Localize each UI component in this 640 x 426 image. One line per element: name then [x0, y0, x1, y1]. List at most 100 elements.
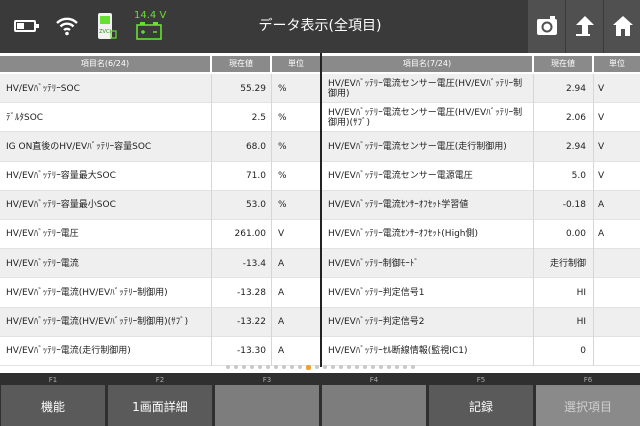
column-separator — [271, 307, 272, 337]
column-separator — [271, 190, 272, 220]
table-row[interactable]: HV/EVﾊﾞｯﾃﾘｰ制御ﾓｰﾄﾞ 走行制御 — [322, 249, 640, 279]
screenshot-button[interactable] — [528, 0, 565, 53]
page-dot[interactable] — [346, 365, 351, 369]
top-bar: ZVCI 14.4 V データ表示(全項目) — [0, 0, 640, 53]
item-unit: A — [278, 287, 285, 298]
item-unit: V — [598, 83, 605, 94]
column-separator — [271, 74, 272, 103]
item-value: 261.00 — [234, 229, 267, 240]
table-row[interactable]: HV/EVﾊﾞｯﾃﾘｰ電流 -13.4 A — [0, 249, 320, 279]
table-row[interactable]: ﾃﾞﾙﾀSOC 2.5% — [0, 103, 320, 133]
table-row[interactable]: HV/EVﾊﾞｯﾃﾘｰ電流センサー電圧(走行制御用) 2.94 V — [322, 132, 640, 162]
page-indicator[interactable] — [0, 365, 640, 371]
page-dot[interactable] — [257, 365, 262, 369]
table-row[interactable]: HV/EVﾊﾞｯﾃﾘｰ電流(走行制御用) -13.30 A — [0, 336, 320, 366]
page-dot[interactable] — [273, 365, 278, 369]
table-row[interactable]: HV/EVﾊﾞｯﾃﾘｰｾﾙ断線情報(監視IC1) 0 — [322, 336, 640, 366]
column-separator — [593, 219, 594, 249]
page-dot[interactable] — [378, 365, 383, 369]
table-row[interactable]: HV/EVﾊﾞｯﾃﾘｰ電流センサー電源電圧 5.0 V — [322, 161, 640, 191]
function-key-number: F5 — [476, 376, 486, 384]
item-name: HV/EVﾊﾞｯﾃﾘｰ電流(HV/EVﾊﾞｯﾃﾘｰ制御用) — [6, 287, 168, 298]
upload-icon — [576, 16, 594, 36]
function-key-f2[interactable]: F2 1画面詳細 — [107, 373, 213, 426]
column-separator — [593, 103, 594, 133]
function-key-f6[interactable]: F6 選択項目 — [535, 373, 640, 426]
function-key-background — [322, 385, 426, 426]
function-key-f4[interactable]: F4 — [321, 373, 427, 426]
page-dot[interactable] — [370, 365, 375, 369]
page-dot[interactable] — [265, 365, 270, 369]
column-header-name: 項目名(7/24) — [322, 56, 532, 72]
page-dot[interactable] — [354, 365, 359, 369]
page-dot[interactable] — [297, 365, 302, 369]
item-unit — [598, 337, 638, 366]
page-dot[interactable] — [322, 365, 327, 369]
table-row[interactable]: HV/EVﾊﾞｯﾃﾘｰ判定信号1 HI — [322, 278, 640, 308]
item-unit: V — [278, 229, 285, 240]
page-dot[interactable] — [233, 365, 238, 369]
vci-icon: ZVCI — [98, 13, 117, 39]
voltage-indicator: 14.4 V — [132, 10, 168, 44]
item-value: 2.5 — [251, 112, 266, 123]
page-dot[interactable] — [402, 365, 407, 369]
column-header-name: 項目名(6/24) — [0, 56, 210, 72]
back-button[interactable] — [566, 0, 603, 53]
table-row[interactable]: HV/EVﾊﾞｯﾃﾘｰ電圧 261.00 V — [0, 219, 320, 250]
table-row[interactable]: HV/EVﾊﾞｯﾃﾘｰSOC 55.29% — [0, 74, 320, 104]
column-header-value: 現在値 — [212, 56, 270, 72]
function-key-number: F4 — [369, 376, 379, 384]
table-row[interactable]: IG ON直後のHV/EVﾊﾞｯﾃﾘｰ容量SOC 68.0% — [0, 132, 320, 162]
item-unit: % — [278, 112, 287, 123]
page-dot[interactable] — [330, 365, 335, 369]
function-key-label: 選択項目 — [563, 400, 612, 414]
item-name: HV/EVﾊﾞｯﾃﾘｰ容量最小SOC — [6, 200, 116, 211]
page-dot[interactable] — [386, 365, 391, 369]
function-key-number: F2 — [155, 376, 165, 384]
page-dot[interactable] — [314, 365, 319, 369]
item-name: HV/EVﾊﾞｯﾃﾘｰｾﾙ断線情報(監視IC1) — [328, 346, 468, 357]
table-row[interactable]: HV/EVﾊﾞｯﾃﾘｰ電流センサー電圧(HV/EVﾊﾞｯﾃﾘｰ制御用) 2.94 V — [322, 74, 640, 104]
table-row[interactable]: HV/EVﾊﾞｯﾃﾘｰ判定信号2 HI — [322, 307, 640, 337]
page-dot[interactable] — [410, 365, 415, 369]
item-name: HV/EVﾊﾞｯﾃﾘｰ判定信号1 — [328, 287, 425, 298]
table-row[interactable]: HV/EVﾊﾞｯﾃﾘｰ電流(HV/EVﾊﾞｯﾃﾘｰ制御用) -13.28 A — [0, 278, 320, 308]
function-key-number: F1 — [48, 376, 58, 384]
table-row[interactable]: HV/EVﾊﾞｯﾃﾘｰ電流ｾﾝｻｰｵﾌｾｯﾄ(High側) 0.00 A — [322, 219, 640, 250]
item-value: 53.0 — [245, 200, 266, 211]
page-title: データ表示(全項目) — [258, 18, 382, 34]
item-name: HV/EVﾊﾞｯﾃﾘｰ電流 — [6, 258, 79, 269]
page-dot[interactable] — [289, 365, 294, 369]
function-key-f5[interactable]: F5 記録 — [428, 373, 534, 426]
battery-icon — [14, 20, 39, 32]
function-key-f3[interactable]: F3 — [214, 373, 320, 426]
table-row[interactable]: HV/EVﾊﾞｯﾃﾘｰ電流ｾﾝｻｰｵﾌｾｯﾄ学習値 -0.18 A — [322, 190, 640, 220]
item-unit: % — [278, 83, 287, 94]
page-dot[interactable] — [225, 365, 230, 369]
item-unit: A — [278, 346, 285, 357]
item-name: HV/EVﾊﾞｯﾃﾘｰ容量最大SOC — [6, 171, 116, 182]
page-dot[interactable] — [362, 365, 367, 369]
table-row[interactable]: HV/EVﾊﾞｯﾃﾘｰ容量最小SOC 53.0% — [0, 190, 320, 220]
svg-text:ZVCI: ZVCI — [99, 29, 111, 35]
table-row[interactable]: HV/EVﾊﾞｯﾃﾘｰ電流センサー電圧(HV/EVﾊﾞｯﾃﾘｰ制御用)(ｻﾌﾞ)… — [322, 103, 640, 133]
page-dot[interactable] — [394, 365, 399, 369]
page-dot-active[interactable] — [305, 365, 311, 370]
page-dot[interactable] — [281, 365, 286, 369]
table-row[interactable]: HV/EVﾊﾞｯﾃﾘｰ容量最大SOC 71.0% — [0, 161, 320, 191]
page-dot[interactable] — [338, 365, 343, 369]
home-button[interactable] — [604, 0, 640, 53]
function-key-f1[interactable]: F1 機能 — [0, 373, 106, 426]
item-name: ﾃﾞﾙﾀSOC — [6, 112, 44, 123]
item-value: 走行制御 — [549, 258, 586, 269]
item-value: -13.28 — [236, 287, 266, 298]
function-key-label: 1画面詳細 — [132, 400, 188, 414]
column-header-value: 現在値 — [534, 56, 592, 72]
item-unit: % — [278, 171, 287, 182]
item-unit: A — [598, 200, 605, 211]
column-separator — [593, 190, 594, 220]
table-row[interactable]: HV/EVﾊﾞｯﾃﾘｰ電流(HV/EVﾊﾞｯﾃﾘｰ制御用)(ｻﾌﾞ) -13.22… — [0, 307, 320, 337]
item-name: HV/EVﾊﾞｯﾃﾘｰ電流(走行制御用) — [6, 346, 131, 357]
page-dot[interactable] — [249, 365, 254, 369]
page-dot[interactable] — [241, 365, 246, 369]
